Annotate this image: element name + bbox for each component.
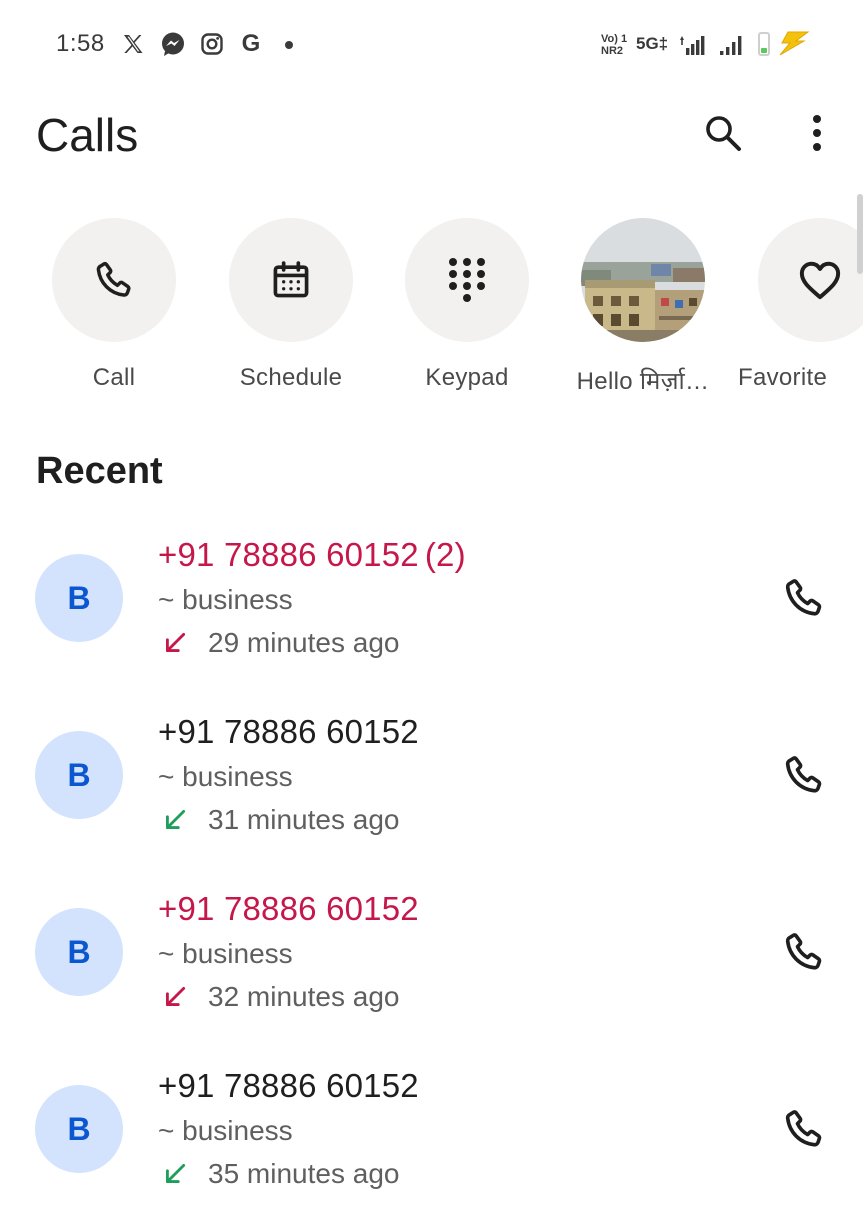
quick-action-contact[interactable]: Hello मिर्ज़ा… [555, 218, 731, 397]
more-notifications-dot [285, 41, 293, 49]
call-label: ~ business [158, 938, 293, 969]
call-log-item[interactable]: B +91 78886 60152 ~ business 32 minutes … [0, 890, 863, 1050]
call-back-button[interactable] [774, 1099, 834, 1159]
quick-action-label: Schedule [239, 364, 343, 391]
calendar-icon [273, 261, 309, 298]
call-number: +91 78886 60152 [158, 713, 419, 751]
call-received-icon [160, 1159, 190, 1189]
signal-sim2-icon [718, 34, 746, 61]
volte-indicator: Vo) 1 NR2 [601, 33, 631, 59]
dialpad-icon [449, 258, 485, 302]
call-meta: 35 minutes ago [158, 1157, 399, 1191]
google-icon: G [241, 30, 261, 57]
search-button[interactable] [698, 108, 748, 158]
call-label: ~ business [158, 1115, 293, 1146]
call-number-text: +91 78886 60152 [158, 713, 419, 750]
quick-actions-row: Call Schedule Keypad Hello मिर्ज़ा… Favo… [0, 218, 863, 408]
battery-level [761, 48, 767, 53]
call-meta: 32 minutes ago [158, 980, 399, 1014]
quick-action-keypad[interactable]: Keypad [379, 218, 555, 392]
call-missed-icon [160, 628, 190, 658]
avatar[interactable]: B [35, 554, 123, 642]
instagram-icon [199, 31, 225, 57]
avatar[interactable]: B [35, 908, 123, 996]
call-label: ~ business [158, 761, 293, 792]
call-meta: 29 minutes ago [158, 626, 399, 660]
call-number-text: +91 78886 60152 [158, 890, 419, 927]
quick-action-call[interactable]: Call [26, 218, 202, 392]
call-number-text: +91 78886 60152 [158, 1067, 419, 1104]
call-back-button[interactable] [774, 568, 834, 628]
battery-icon [758, 32, 770, 56]
call-log-item[interactable]: B +91 78886 60152 ~ business 31 minutes … [0, 713, 863, 873]
call-time: 29 minutes ago [208, 627, 400, 658]
phone-icon [785, 933, 822, 970]
contact-photo-image [581, 218, 705, 342]
section-title-recent: Recent [36, 450, 163, 492]
volte-label-bottom: NR2 [601, 45, 624, 57]
charging-bolt-icon [774, 30, 810, 61]
call-received-icon [160, 805, 190, 835]
call-missed-icon [160, 982, 190, 1012]
quick-action-label: Hello मिर्ज़ा… [576, 368, 710, 395]
call-time: 31 minutes ago [208, 804, 400, 835]
page-title: Calls [36, 109, 139, 161]
call-log-item[interactable]: B +91 78886 60152 (2) ~ business 29 minut… [0, 536, 863, 696]
quick-action-favorite-circle[interactable] [758, 218, 863, 342]
phone-icon [785, 1110, 822, 1147]
quick-action-label: Favorite [738, 364, 828, 391]
quick-action-favorite[interactable]: Favorite [732, 218, 863, 392]
status-bar: 1:58 G Vo) 1 NR2 5G‡ [0, 0, 863, 90]
contact-photo[interactable] [581, 218, 705, 342]
call-number: +91 78886 60152 [158, 1067, 419, 1105]
phone-icon [96, 261, 131, 297]
call-number-text: +91 78886 60152 [158, 536, 419, 573]
quick-action-call-circle[interactable] [52, 218, 176, 342]
status-time: 1:58 [56, 30, 105, 57]
call-count: (2) [424, 536, 466, 573]
scrollbar[interactable] [857, 194, 863, 274]
call-time: 35 minutes ago [208, 1158, 400, 1189]
quick-action-schedule-circle[interactable] [229, 218, 353, 342]
volte-label-top: Vo) 1 [601, 33, 628, 45]
more-vert-icon [813, 115, 821, 151]
call-label: ~ business [158, 584, 293, 615]
call-meta: 31 minutes ago [158, 803, 399, 837]
call-number: +91 78886 60152 [158, 890, 419, 928]
quick-action-keypad-circle[interactable] [405, 218, 529, 342]
avatar[interactable]: B [35, 1085, 123, 1173]
call-time: 32 minutes ago [208, 981, 400, 1012]
quick-action-schedule[interactable]: Schedule [203, 218, 379, 392]
more-options-button[interactable] [792, 108, 842, 158]
call-back-button[interactable] [774, 745, 834, 805]
signal-sim1-icon [678, 34, 706, 61]
call-log-item[interactable]: B +91 78886 60152 ~ business 35 minutes … [0, 1067, 863, 1227]
phone-icon [785, 756, 822, 793]
call-back-button[interactable] [774, 922, 834, 982]
network-type: 5G‡ [636, 34, 669, 53]
search-icon [706, 116, 741, 151]
x-icon [120, 31, 146, 57]
quick-action-label: Call [92, 364, 136, 391]
quick-action-label: Keypad [425, 364, 509, 391]
phone-icon [785, 579, 822, 616]
heart-icon [799, 261, 841, 300]
avatar[interactable]: B [35, 731, 123, 819]
messenger-icon [160, 31, 186, 57]
call-number: +91 78886 60152 (2) [158, 536, 466, 574]
